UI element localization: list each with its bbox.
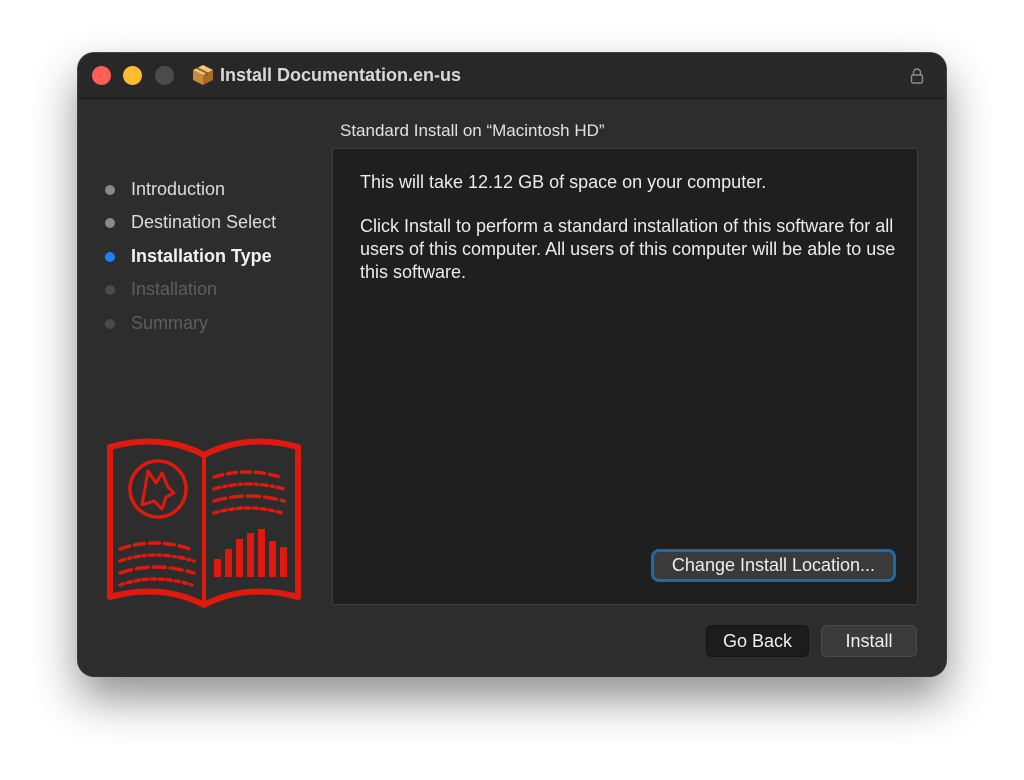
minimize-button[interactable]	[123, 66, 142, 85]
installer-window: Install Documentation.en-us Standard Ins…	[78, 53, 946, 676]
space-required-text: This will take 12.12 GB of space on your…	[360, 172, 767, 192]
documentation-book-icon	[107, 438, 301, 608]
close-button[interactable]	[92, 66, 111, 85]
step-bullet-icon	[105, 285, 115, 295]
go-back-button[interactable]: Go Back	[706, 625, 809, 657]
lock-icon[interactable]	[910, 68, 924, 84]
step-bullet-icon	[105, 319, 115, 329]
step-label: Summary	[131, 313, 209, 333]
step-bullet-icon	[105, 218, 115, 228]
step-label: Installation	[131, 279, 218, 299]
title-bar[interactable]: Install Documentation.en-us	[78, 53, 946, 99]
content-panel: This will take 12.12 GB of space on your…	[332, 148, 918, 605]
section-title: Standard Install on “Macintosh HD”	[340, 121, 605, 140]
package-icon	[193, 65, 213, 85]
change-install-location-button[interactable]: Change Install Location...	[651, 549, 896, 582]
step-label: Installation Type	[131, 246, 272, 266]
step-label: Destination Select	[131, 212, 277, 232]
install-button[interactable]: Install	[821, 625, 917, 657]
install-description: Click Install to perform a standard inst…	[360, 216, 896, 282]
step-label: Introduction	[131, 179, 226, 199]
zoom-button[interactable]	[155, 66, 174, 85]
window-title: Install Documentation.en-us	[220, 65, 462, 85]
step-bullet-icon	[105, 185, 115, 195]
step-bullet-icon	[105, 252, 115, 262]
